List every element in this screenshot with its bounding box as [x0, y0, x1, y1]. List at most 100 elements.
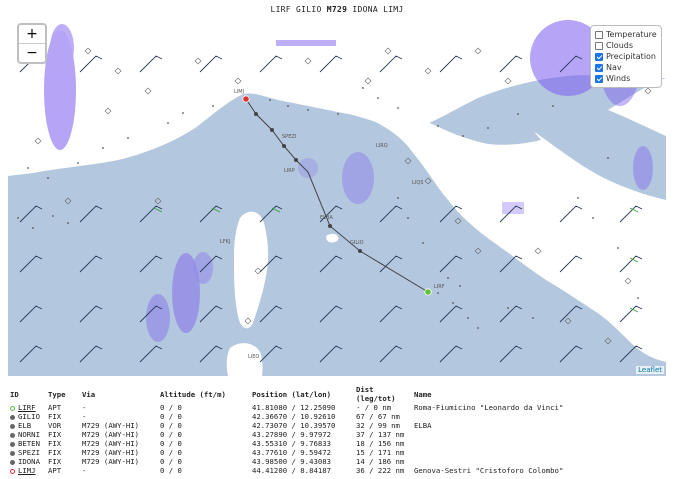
layer-label-temperature: Temperature — [606, 30, 657, 39]
table-row[interactable]: SPEZI FIX M729 (AWY-HI) 0 / 0 43.77610 / 9.5… — [6, 448, 567, 457]
cell-type: VOR — [47, 421, 62, 430]
destination-dot-icon — [10, 468, 15, 474]
header-id: ID — [10, 389, 19, 399]
header-name: Name — [413, 389, 432, 399]
cell-id: SPEZI — [6, 448, 44, 457]
checkbox-nav[interactable] — [595, 63, 603, 72]
cell-via: - — [81, 466, 87, 475]
cell-dist: 32 / 99 nm — [355, 421, 400, 430]
layer-label-precipitation: Precipitation — [606, 52, 657, 61]
route-airway: M729 — [326, 5, 348, 14]
land-elba — [326, 233, 339, 243]
layer-toggle-temperature[interactable]: Temperature — [595, 29, 657, 40]
cell-dist: 37 / 137 nm — [355, 430, 405, 439]
cell-id: NORNI — [6, 430, 44, 439]
table-row[interactable]: LIMJ APT - 0 / 0 44.41200 / 8.84187 36 / 222 … — [6, 466, 567, 475]
cell-via: M729 (AWY-HI) — [81, 430, 140, 439]
leaflet-attribution-link[interactable]: Leaflet — [636, 366, 664, 374]
layer-label-winds: Winds — [606, 74, 631, 83]
cell-altitude: 0 / 0 — [159, 430, 182, 439]
cell-type: FIX — [47, 448, 62, 457]
map-label-elba: ELBA — [320, 215, 333, 221]
zoom-out-button[interactable]: − — [19, 43, 45, 62]
map-canvas[interactable] — [8, 18, 666, 376]
cell-name: Genova-Sestri "Cristoforo Colombo" — [413, 466, 564, 475]
cell-type: APT — [47, 403, 62, 412]
waypoint-dot-icon — [10, 423, 15, 429]
cell-altitude: 0 / 0 — [159, 457, 182, 466]
map-label-spezi: SPEZI — [282, 134, 297, 140]
layer-control: Temperature Clouds Precipitation Nav Win… — [590, 25, 662, 88]
waypoint-id[interactable]: LIRF — [18, 403, 36, 412]
cell-dist: 36 / 222 nm — [355, 466, 405, 475]
zoom-control: + − — [17, 23, 47, 64]
weather-map[interactable]: LIMJ SPEZI ELBA GILIO LIRF LIRQ LFKJ LIR… — [8, 18, 666, 376]
waypoint-dot-icon — [10, 450, 15, 456]
zoom-in-button[interactable]: + — [19, 25, 45, 43]
cell-type: FIX — [47, 430, 62, 439]
cell-name — [410, 412, 567, 421]
route-origin: LIRF — [270, 5, 291, 14]
flight-plan-table: ID Type Via Altitude (ft/m) Position (la… — [6, 385, 567, 475]
cell-via: M729 (AWY-HI) — [81, 457, 140, 466]
waypoint-id: IDONA — [18, 457, 40, 466]
layer-toggle-winds[interactable]: Winds — [595, 73, 657, 84]
cell-altitude: 0 / 0 — [159, 421, 182, 430]
cell-altitude: 0 / 0 — [159, 412, 182, 421]
cell-via: - — [81, 403, 87, 412]
waypoint-id: ELB — [18, 421, 32, 430]
checkbox-temperature[interactable] — [595, 30, 603, 39]
cell-name: Roma-Fiumicino "Leonardo da Vinci" — [413, 403, 564, 412]
origin-dot-icon — [10, 405, 15, 411]
checkbox-precipitation[interactable] — [595, 52, 603, 61]
map-label-gilio: GILIO — [350, 240, 364, 246]
table-row[interactable]: IDONA FIX M729 (AWY-HI) 0 / 0 43.98500 / 9.4… — [6, 457, 567, 466]
header-dist: Dist (leg/tot) — [355, 385, 396, 403]
origin-marker — [424, 288, 432, 296]
route-title: LIRF GILIO M729 IDONA LIMJ — [0, 5, 674, 14]
cell-via: - — [81, 412, 87, 421]
waypoint-dot-icon — [10, 414, 15, 420]
cell-name — [410, 448, 567, 457]
cell-via: M729 (AWY-HI) — [81, 448, 140, 457]
cell-altitude: 0 / 0 — [159, 448, 182, 457]
layer-toggle-precipitation[interactable]: Precipitation — [595, 51, 657, 62]
cell-via: M729 (AWY-HI) — [81, 439, 140, 448]
waypoint-id: NORNI — [18, 430, 40, 439]
table-row[interactable]: NORNI FIX M729 (AWY-HI) 0 / 0 43.27890 / 9.9… — [6, 430, 567, 439]
table-row[interactable]: LIRF APT - 0 / 0 41.81080 / 12.25090 - / 0 nm… — [6, 403, 567, 412]
cell-position: 43.27890 / 9.97972 — [251, 430, 332, 439]
cell-type: FIX — [47, 439, 62, 448]
destination-marker — [242, 95, 250, 103]
cell-position: 41.81080 / 12.25090 — [251, 403, 336, 412]
map-label-lieo: LIEO — [248, 354, 260, 360]
waypoint-id: SPEZI — [18, 448, 40, 457]
map-label-limj: LIMJ — [234, 89, 245, 95]
cell-name: ELBA — [413, 421, 432, 430]
layer-toggle-nav[interactable]: Nav — [595, 62, 657, 73]
cell-name — [410, 439, 567, 448]
layer-toggle-clouds[interactable]: Clouds — [595, 40, 657, 51]
layer-label-nav: Nav — [606, 63, 622, 72]
route-point-1: GILIO — [296, 5, 322, 14]
cell-dist: 14 / 186 nm — [355, 457, 405, 466]
waypoint-id[interactable]: LIMJ — [18, 466, 36, 475]
cell-position: 43.55310 / 9.76833 — [251, 439, 332, 448]
land-corsica — [234, 211, 269, 329]
table-row[interactable]: GILIO FIX - 0 / 0 42.36670 / 10.92610 67 / 67… — [6, 412, 567, 421]
checkbox-winds[interactable] — [595, 74, 603, 83]
cell-type: FIX — [47, 412, 62, 421]
header-type: Type — [47, 389, 66, 399]
map-label-lirp: LIRP — [284, 168, 295, 174]
header-position: Position (lat/lon) — [251, 389, 332, 399]
cell-altitude: 0 / 0 — [159, 403, 182, 412]
route-destination: LIMJ — [383, 5, 404, 14]
header-via: Via — [81, 389, 96, 399]
map-label-lfkj: LFKJ — [220, 239, 231, 245]
cell-altitude: 0 / 0 — [159, 466, 182, 475]
table-row[interactable]: ELB VOR M729 (AWY-HI) 0 / 0 42.73070 / 10.39… — [6, 421, 567, 430]
table-row[interactable]: BETEN FIX M729 (AWY-HI) 0 / 0 43.55310 / 9.7… — [6, 439, 567, 448]
cell-id: LIMJ — [6, 466, 44, 475]
checkbox-clouds[interactable] — [595, 41, 603, 50]
cell-dist: 67 / 67 nm — [355, 412, 400, 421]
